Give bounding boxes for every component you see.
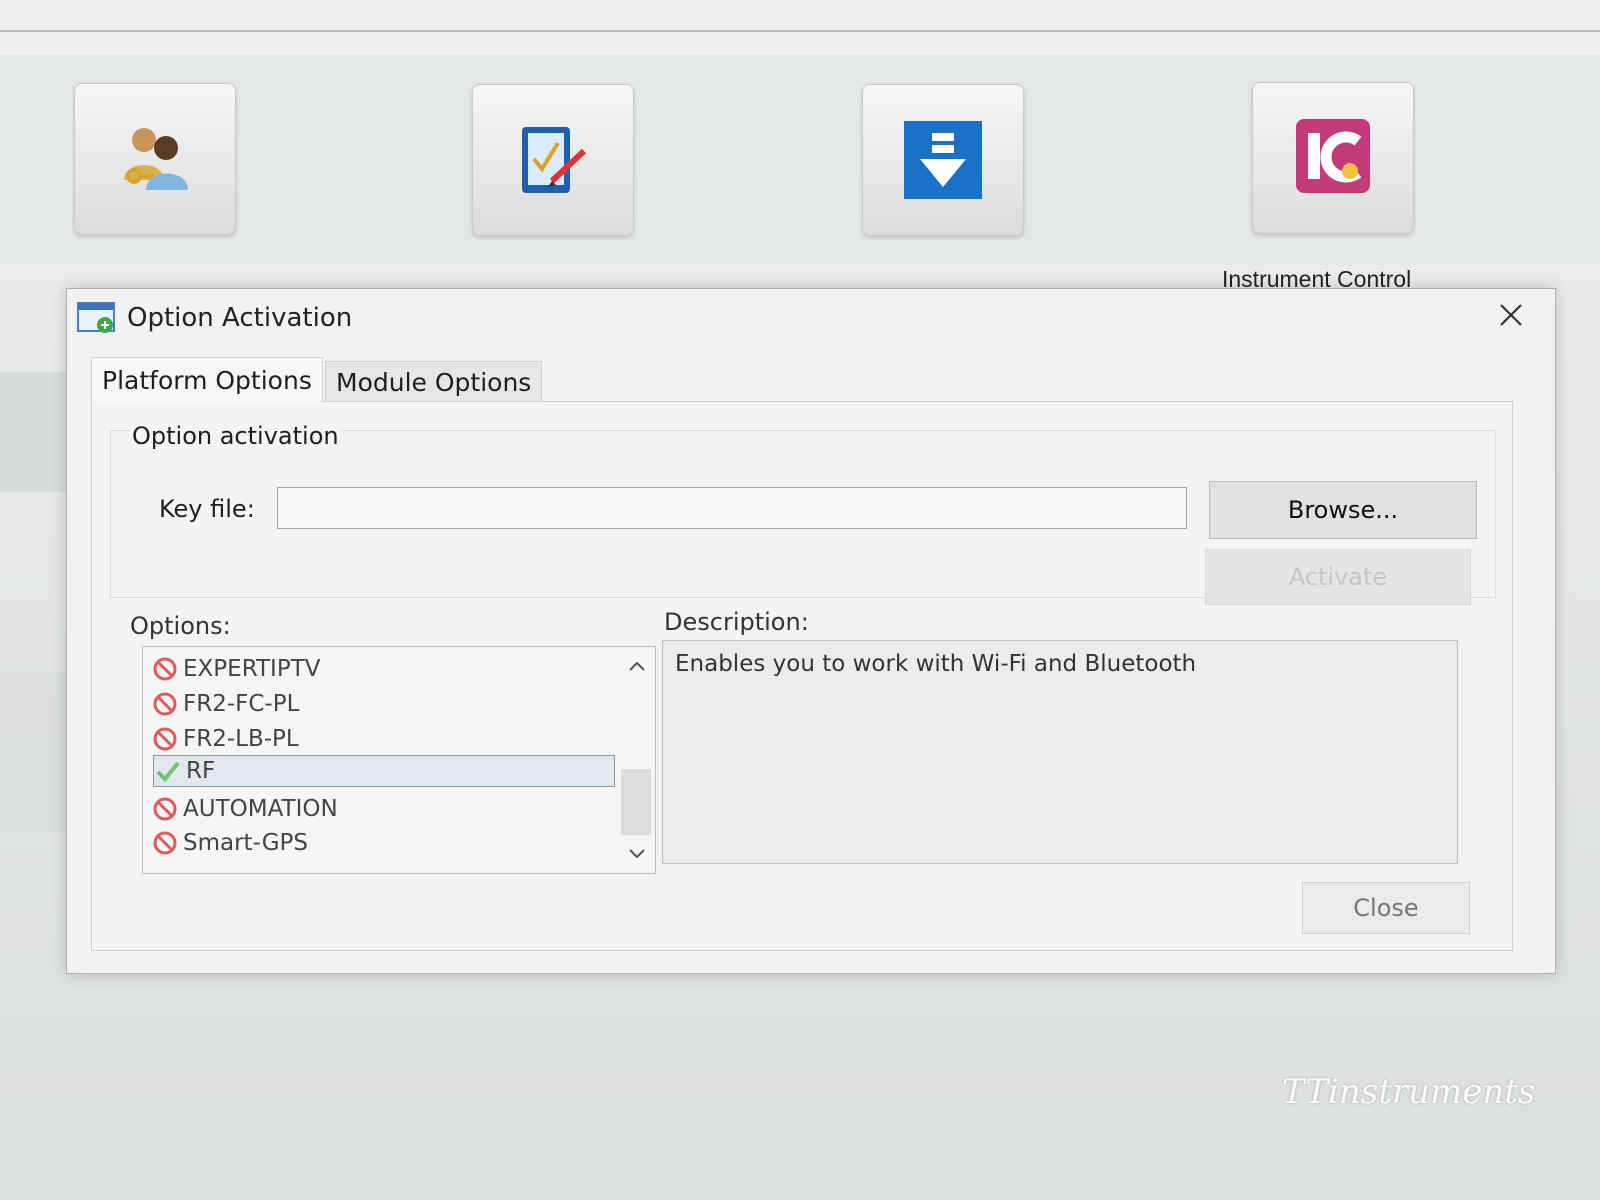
option-label: FR2-LB-PL: [183, 726, 299, 752]
window-app-icon: [77, 302, 115, 333]
option-activation-dialog: Option Activation Platform Options Modul…: [66, 288, 1556, 974]
list-item[interactable]: EXPERTIPTV: [151, 653, 320, 685]
user-management-button[interactable]: [74, 83, 236, 235]
chevron-up-icon[interactable]: [627, 659, 647, 673]
prohibited-icon: [153, 692, 177, 716]
option-label: EXPERTIPTV: [183, 656, 321, 682]
list-item[interactable]: AUTOMATION: [151, 793, 338, 825]
platform-options-panel: Key file: Browse... Activate Option acti…: [91, 401, 1513, 951]
list-item[interactable]: FR2-FC-PL: [151, 688, 299, 720]
prohibited-icon: [153, 831, 177, 855]
list-item[interactable]: Smart-GPS: [151, 827, 308, 859]
instrument-control-icon: [1296, 119, 1370, 193]
options-list[interactable]: EXPERTIPTV FR2-FC-PL FR2-LB-PL RF AUTOMA…: [142, 646, 656, 874]
option-label: RF: [186, 758, 216, 784]
option-label: FR2-FC-PL: [183, 691, 300, 717]
activate-button[interactable]: Activate: [1205, 549, 1471, 605]
options-label: Options:: [130, 612, 231, 640]
download-button[interactable]: [862, 84, 1024, 236]
browse-button[interactable]: Browse...: [1209, 481, 1477, 539]
download-arrow-icon: [904, 121, 982, 199]
dialog-titlebar: Option Activation: [67, 289, 1555, 345]
test-setup-button[interactable]: [472, 84, 634, 236]
clipboard-check-icon: [522, 127, 587, 193]
users-key-icon: [124, 128, 188, 190]
chevron-down-icon[interactable]: [627, 847, 647, 861]
scroll-thumb[interactable]: [621, 769, 651, 835]
background-tile: [0, 672, 70, 832]
instrument-control-button[interactable]: [1252, 82, 1414, 234]
background-tile: [0, 372, 70, 492]
option-activation-group: Key file: Browse... Activate: [110, 430, 1496, 605]
prohibited-icon: [153, 727, 177, 751]
top-divider: [0, 30, 1600, 32]
tab-platform-options[interactable]: Platform Options: [91, 357, 323, 402]
option-label: AUTOMATION: [183, 796, 338, 822]
options-scrollbar[interactable]: [619, 647, 655, 873]
description-text: Enables you to work with Wi-Fi and Bluet…: [662, 640, 1458, 864]
tab-module-options[interactable]: Module Options: [325, 361, 543, 402]
description-label: Description:: [664, 608, 809, 636]
close-button[interactable]: Close: [1302, 882, 1470, 934]
option-activation-title: Option activation: [130, 422, 341, 450]
prohibited-icon: [153, 797, 177, 821]
close-icon[interactable]: [1495, 299, 1527, 331]
checkmark-icon: [156, 761, 180, 782]
list-item[interactable]: FR2-LB-PL: [151, 723, 299, 755]
key-file-label: Key file:: [159, 495, 255, 523]
dialog-title: Option Activation: [127, 303, 353, 333]
key-file-input[interactable]: [277, 487, 1187, 529]
prohibited-icon: [153, 657, 177, 681]
list-item-selected[interactable]: RF: [153, 755, 615, 787]
watermark: TTinstruments: [1282, 1072, 1536, 1112]
option-label: Smart-GPS: [183, 830, 309, 856]
